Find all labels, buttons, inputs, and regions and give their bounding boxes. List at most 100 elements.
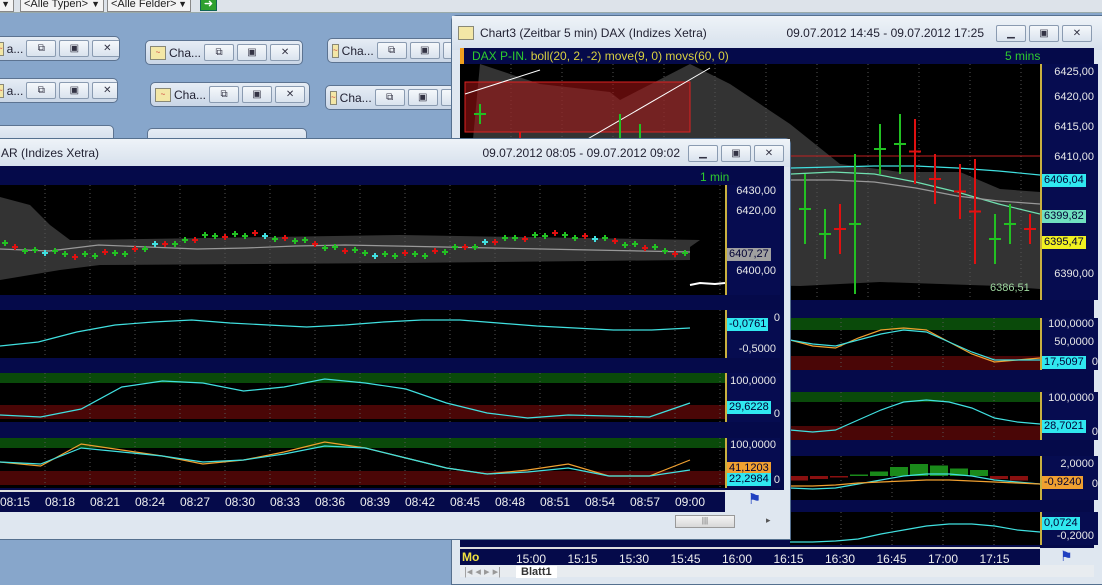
osc-value-tag: 29,6228 (727, 401, 771, 414)
time-tick-label: 08:57 (630, 495, 661, 509)
macd-histogram-bar (890, 467, 908, 476)
restore-button[interactable]: ⧉ (209, 86, 240, 103)
go-button[interactable]: ➜ (200, 0, 217, 11)
time-tick-label: 16:15 (773, 552, 804, 566)
arrow-right-icon: ➜ (203, 0, 214, 10)
date-range: 09.07.2012 08:05 - 09.07.2012 09:02 (482, 146, 680, 160)
restore-button[interactable]: ⧉ (26, 40, 57, 57)
close-button[interactable]: ✕ (92, 82, 117, 99)
maximize-button[interactable]: ▣ (407, 89, 438, 106)
time-tick-label: 15:45 (670, 552, 701, 566)
minimize-button[interactable]: ▁ (996, 24, 1026, 42)
interval-label: 1 min (700, 170, 730, 184)
time-tick-label: 15:15 (567, 552, 598, 566)
minimized-title: Cha... (169, 45, 202, 60)
flag-icon[interactable]: ⚑ (1060, 548, 1073, 565)
osc-value-tag: 28,7021 (1042, 420, 1086, 433)
flag-icon[interactable]: ⚑ (725, 490, 784, 512)
maximize-button[interactable]: ▣ (409, 42, 440, 59)
chart3-titlebar[interactable]: Chart3 (Zeitbar 5 min) DAX (Indizes Xetr… (452, 16, 1102, 50)
chart1min-osc3-axis: 100,0000 41,1203 22,2984 0 (725, 438, 780, 488)
time-tick-label: 16:00 (722, 552, 753, 566)
chart-app-icon (458, 26, 474, 40)
close-button[interactable]: ✕ (1062, 24, 1092, 42)
restore-button[interactable]: ⧉ (374, 89, 405, 106)
time-tick-label: 09:00 (675, 495, 706, 509)
axis-label: 100,0000 (1048, 318, 1094, 330)
macd-histogram-bar (850, 474, 868, 476)
maximize-button[interactable]: ▣ (242, 86, 273, 103)
axis-label: 0 (1091, 356, 1098, 368)
oversold-band (790, 426, 1040, 440)
symbol-label: DAX P-IN. (472, 49, 528, 63)
time-tick-label: 08:18 (45, 495, 76, 509)
oversold-band (0, 405, 725, 419)
macd-histogram-bar (790, 476, 808, 481)
restore-button[interactable]: ⧉ (204, 44, 235, 61)
chart1min-osc1 (0, 310, 725, 358)
price-label: 6410,00 (1054, 151, 1094, 163)
chart3-osc1 (790, 318, 1040, 370)
close-button[interactable]: ✕ (92, 40, 119, 57)
chart1min-osc3 (0, 438, 725, 488)
maximize-button[interactable]: ▣ (237, 44, 268, 61)
upper-band-tag: 6406,04 (1042, 174, 1086, 187)
restore-button[interactable]: ⧉ (26, 82, 57, 99)
chart3-price-axis: 6425,00 6420,00 6415,00 6410,00 6390,00 … (1040, 64, 1098, 300)
chart3-macd-axis: 2,0000 -0,9240 0 (1040, 456, 1098, 500)
chart1min-price-axis: 6430,00 6420,00 6407,27 6400,00 (725, 185, 780, 295)
sheet-tab[interactable]: Blatt1 (516, 566, 557, 578)
close-button[interactable]: ✕ (270, 44, 301, 61)
time-tick-label: 15:00 (516, 552, 547, 566)
time-tick-label: 08:15 (0, 495, 31, 509)
maximize-button[interactable]: ▣ (59, 40, 90, 57)
chart1min-osc2 (0, 373, 725, 422)
chart1min-osc1-axis: 0 -0,0761 -0,5000 (725, 310, 780, 358)
horizontal-scrollbar[interactable]: ||| ▸ (0, 512, 784, 532)
time-tick-label: 15:30 (619, 552, 650, 566)
chart3-legend: DAX P-IN. boll(20, 2, -2) move(9, 0) mov… (460, 48, 1040, 65)
axis-label: 0 (773, 408, 780, 420)
oscillator-line-b (790, 329, 1040, 361)
chart3-momentum-axis: 0,0724 -0,2000 (1040, 512, 1098, 545)
minimized-window[interactable]: ~Cha...⧉▣✕ (145, 40, 303, 65)
maximize-button[interactable]: ▣ (721, 144, 751, 162)
scrollbar-thumb[interactable]: ||| (675, 515, 735, 528)
average-tag: 6399,82 (1042, 210, 1086, 223)
restore-button[interactable]: ⧉ (376, 42, 407, 59)
maximize-button[interactable]: ▣ (1029, 24, 1059, 42)
macd-histogram-bar (1010, 476, 1028, 481)
indicator-list: boll(20, 2, -2) move(9, 0) movs(60, 0) (530, 49, 729, 63)
time-tick-label: 08:24 (135, 495, 166, 509)
scroll-right-icon[interactable]: ▸ (766, 515, 771, 526)
oversold-band (790, 356, 1040, 370)
chart-app-icon: ~ (155, 87, 171, 102)
minimized-window[interactable]: ~a...⧉▣✕ (0, 36, 120, 61)
minimize-button[interactable]: ▁ (688, 144, 718, 162)
minimized-window[interactable]: ~Cha...⧉▣✕ (327, 38, 457, 63)
window-title: Chart3 (Zeitbar 5 min) DAX (Indizes Xetr… (480, 26, 707, 40)
highlight-zone (464, 81, 691, 133)
day-label: Mo (462, 550, 480, 564)
axis-label: 50,0000 (1054, 336, 1094, 348)
sheet-nav-icons[interactable]: |◂ ◂ ▸ ▸| (464, 566, 501, 578)
chart1min-price-plot[interactable] (0, 185, 725, 295)
time-tick-label: 08:51 (540, 495, 571, 509)
minimized-window[interactable]: ~Cha...⧉▣✕ (150, 82, 310, 107)
filter-dropdown-partial[interactable]: ▼ (0, 0, 14, 12)
chart1min-titlebar[interactable]: AR (Indizes Xetra) 09.07.2012 08:05 - 09… (0, 139, 790, 167)
minimized-window[interactable]: ~a...⧉▣✕ (0, 78, 118, 103)
time-tick-label: 08:21 (90, 495, 121, 509)
price-label: 6400,00 (736, 265, 776, 277)
minimized-title: Cha... (339, 90, 372, 105)
type-filter-dropdown[interactable]: <Alle Typen> ▼ (20, 0, 104, 12)
maximize-button[interactable]: ▣ (59, 82, 90, 99)
price-label: 6415,00 (1054, 121, 1094, 133)
close-button[interactable]: ✕ (754, 144, 784, 162)
axis-label: 2,0000 (1060, 458, 1094, 470)
axis-label: 100,0000 (1048, 392, 1094, 404)
osc-value-tag: 22,2984 (727, 473, 771, 486)
minimized-window[interactable]: ~Cha...⧉▣✕ (325, 85, 455, 110)
field-filter-dropdown[interactable]: <Alle Felder> ▼ (107, 0, 191, 12)
close-button[interactable]: ✕ (275, 86, 306, 103)
